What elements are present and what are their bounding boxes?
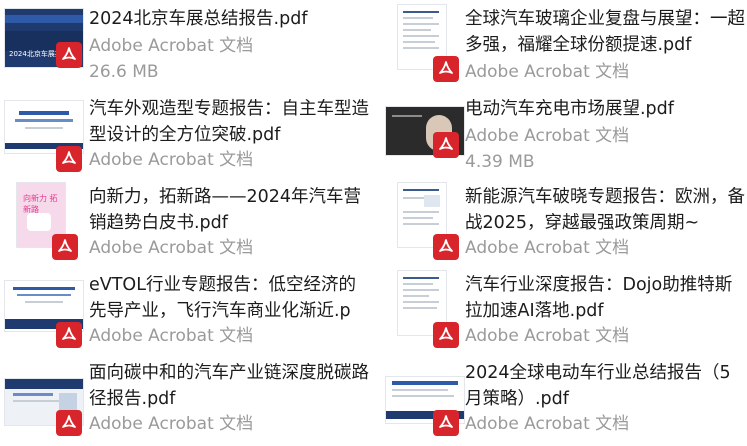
pdf-file-icon — [56, 146, 82, 172]
file-title: 汽车行业深度报告：Dojo助推特斯拉加速AI落地.pdf — [465, 275, 733, 321]
file-type: Adobe Acrobat 文档 — [465, 414, 630, 434]
file-title: 向新力，拓新路——2024年汽车营销趋势白皮书.pdf — [89, 187, 362, 233]
pdf-file-icon — [433, 322, 459, 348]
file-item[interactable]: 2024全球电动车行业总结报告（5月策略）.pdf Adobe Acrobat … — [385, 360, 747, 446]
file-item[interactable]: 汽车外观造型专题报告：自主车型造型设计的全方位突破.pdf Adobe Acro… — [4, 96, 374, 182]
file-item[interactable]: eVTOL行业专题报告：低空经济的先导产业，飞行汽车商业化渐近.p Adobe … — [4, 272, 374, 358]
file-item[interactable]: 2024北京车展报告 2024北京车展总结报告.pdf Adobe Acroba… — [4, 6, 374, 92]
file-size: 26.6 MB — [89, 62, 159, 82]
pdf-file-icon — [433, 132, 459, 158]
file-title: 2024全球电动车行业总结报告（5月策略）.pdf — [465, 363, 731, 409]
file-type: Adobe Acrobat 文档 — [465, 62, 630, 82]
file-item[interactable]: 全球汽车玻璃企业复盘与展望：一超多强，福耀全球份额提速.pdf Adobe Ac… — [385, 4, 747, 92]
file-item[interactable]: 向新力 拓新路 向新力，拓新路——2024年汽车营销趋势白皮书.pdf Adob… — [4, 182, 374, 270]
file-title: 面向碳中和的汽车产业链深度脱碳路径报告.pdf — [89, 363, 369, 409]
pdf-file-icon — [433, 234, 459, 260]
pdf-file-icon — [56, 410, 82, 436]
file-type: Adobe Acrobat 文档 — [465, 238, 630, 258]
file-title: 汽车外观造型专题报告：自主车型造型设计的全方位突破.pdf — [89, 99, 369, 145]
file-item[interactable]: 新能源汽车破晓专题报告：欧洲，备战2025，穿越最强政策周期~ Adobe Ac… — [385, 182, 747, 270]
file-type: Adobe Acrobat 文档 — [89, 238, 254, 258]
file-type: Adobe Acrobat 文档 — [465, 126, 630, 146]
pdf-file-icon — [433, 410, 459, 436]
file-size: 4.39 MB — [465, 152, 535, 172]
file-type: Adobe Acrobat 文档 — [89, 36, 254, 56]
file-title: eVTOL行业专题报告：低空经济的先导产业，飞行汽车商业化渐近.p — [89, 275, 356, 321]
pdf-file-icon — [433, 56, 459, 82]
file-grid: 2024北京车展报告 2024北京车展总结报告.pdf Adobe Acroba… — [0, 0, 747, 442]
pdf-file-icon — [52, 234, 78, 260]
file-type: Adobe Acrobat 文档 — [89, 414, 254, 434]
pdf-file-icon — [56, 42, 82, 68]
file-type: Adobe Acrobat 文档 — [89, 326, 254, 346]
file-title: 电动汽车充电市场展望.pdf — [465, 99, 674, 119]
file-type: Adobe Acrobat 文档 — [465, 326, 630, 346]
pdf-file-icon — [56, 322, 82, 348]
thumbnail-caption: 向新力 拓新路 — [23, 194, 58, 214]
file-title: 新能源汽车破晓专题报告：欧洲，备战2025，穿越最强政策周期~ — [465, 187, 745, 233]
file-item[interactable]: 电动汽车充电市场展望.pdf Adobe Acrobat 文档 4.39 MB — [385, 96, 747, 182]
file-item[interactable]: 面向碳中和的汽车产业链深度脱碳路径报告.pdf Adobe Acrobat 文档 — [4, 360, 374, 446]
file-title: 2024北京车展总结报告.pdf — [89, 9, 308, 29]
file-title: 全球汽车玻璃企业复盘与展望：一超多强，福耀全球份额提速.pdf — [465, 9, 745, 55]
file-item[interactable]: 汽车行业深度报告：Dojo助推特斯拉加速AI落地.pdf Adobe Acrob… — [385, 270, 747, 358]
file-type: Adobe Acrobat 文档 — [89, 150, 254, 170]
